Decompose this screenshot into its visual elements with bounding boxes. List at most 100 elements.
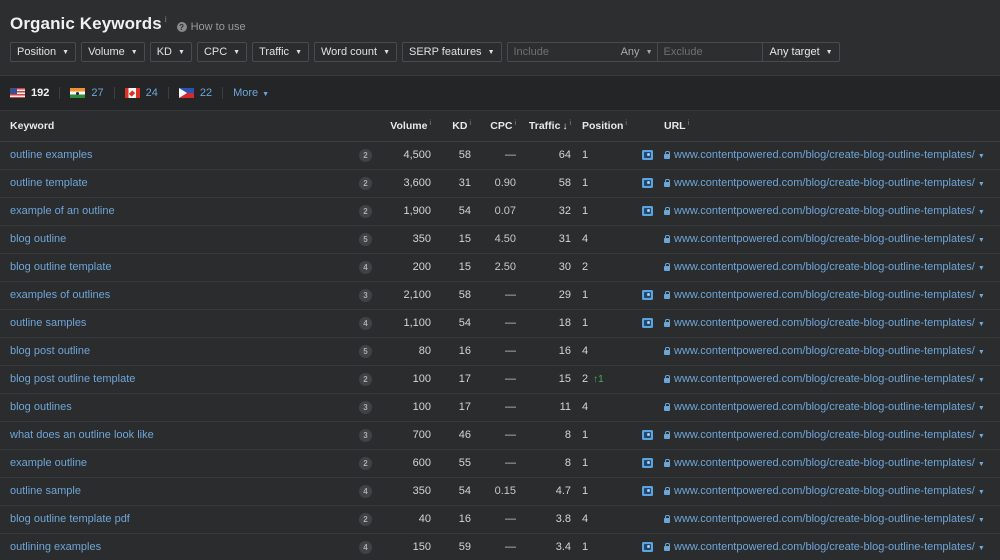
url-link[interactable]: www.contentpowered.com/blog/create-blog-… [674,317,975,329]
traffic-cell: 8 [564,429,571,441]
keyword-link[interactable]: outline examples [10,149,93,161]
keyword-link[interactable]: outlining examples [10,541,101,553]
target-select[interactable]: Any target ▼ [763,43,839,61]
keyword-link[interactable]: outline template [10,177,88,189]
volume-cell: 100 [412,373,431,385]
caret-down-icon[interactable]: ▼ [978,545,985,552]
url-link[interactable]: www.contentpowered.com/blog/create-blog-… [674,149,975,161]
keyword-link[interactable]: blog post outline [10,345,90,357]
url-link[interactable]: www.contentpowered.com/blog/create-blog-… [674,289,975,301]
keyword-link[interactable]: blog outlines [10,401,72,413]
keyword-link[interactable]: outline sample [10,485,81,497]
url-link[interactable]: www.contentpowered.com/blog/create-blog-… [674,233,975,245]
position-value: 1 [582,205,589,217]
keyword-filter-group: Any ▼ Any target ▼ [506,42,840,62]
col-volume[interactable]: Volume i [385,111,435,142]
cpc-cell: — [505,429,516,441]
keyword-link[interactable]: example of an outline [10,205,115,217]
caret-down-icon[interactable]: ▼ [978,265,985,272]
caret-down-icon[interactable]: ▼ [978,377,985,384]
col-url[interactable]: URL i [660,111,1000,142]
serp-image-icon[interactable] [642,458,653,469]
country-ph[interactable]: 22 [178,87,212,99]
country-us[interactable]: 192 [10,87,49,99]
url-link[interactable]: www.contentpowered.com/blog/create-blog-… [674,457,975,469]
url-link[interactable]: www.contentpowered.com/blog/create-blog-… [674,513,975,525]
kd-cell: 46 [458,429,471,441]
more-countries-button[interactable]: More ▼ [233,87,269,99]
serp-image-icon[interactable] [642,178,653,189]
caret-down-icon: ▼ [383,48,390,56]
serp-image-icon[interactable] [642,290,653,301]
target-label: Any target [769,46,820,58]
url-link[interactable]: www.contentpowered.com/blog/create-blog-… [674,205,975,217]
info-icon[interactable]: i [429,120,431,127]
include-mode-select[interactable]: Any ▼ [618,43,658,61]
serp-image-icon[interactable] [642,206,653,217]
kd-cell: 16 [458,345,471,357]
info-icon[interactable]: i [569,120,571,127]
serp-image-icon[interactable] [642,542,653,553]
caret-down-icon[interactable]: ▼ [978,349,985,356]
country-in[interactable]: 27 [70,87,104,99]
word-count-badge: 5 [359,344,372,358]
title-info-icon[interactable]: i [165,15,167,24]
serp-image-icon[interactable] [642,150,653,161]
keyword-link[interactable]: blog post outline template [10,373,135,385]
url-link[interactable]: www.contentpowered.com/blog/create-blog-… [674,401,975,413]
keyword-link[interactable]: example outline [10,457,87,469]
caret-down-icon[interactable]: ▼ [978,237,985,244]
serp-image-icon[interactable] [642,430,653,441]
url-link[interactable]: www.contentpowered.com/blog/create-blog-… [674,373,975,385]
serp-image-icon[interactable] [642,318,653,329]
keyword-link[interactable]: outline samples [10,317,86,329]
url-link[interactable]: www.contentpowered.com/blog/create-blog-… [674,345,975,357]
col-cpc[interactable]: CPC i [475,111,520,142]
keyword-link[interactable]: examples of outlines [10,289,110,301]
caret-down-icon[interactable]: ▼ [978,293,985,300]
position-value: 1 [582,317,589,329]
url-link[interactable]: www.contentpowered.com/blog/create-blog-… [674,429,975,441]
filter-volume[interactable]: Volume ▼ [81,42,145,62]
url-link[interactable]: www.contentpowered.com/blog/create-blog-… [674,485,975,497]
caret-down-icon[interactable]: ▼ [978,321,985,328]
caret-down-icon[interactable]: ▼ [978,433,985,440]
caret-down-icon[interactable]: ▼ [978,489,985,496]
caret-down-icon[interactable]: ▼ [978,153,985,160]
url-link[interactable]: www.contentpowered.com/blog/create-blog-… [674,541,975,553]
caret-down-icon[interactable]: ▼ [978,517,985,524]
keyword-link[interactable]: what does an outline look like [10,429,154,441]
include-input[interactable] [513,46,612,58]
filter-traffic[interactable]: Traffic ▼ [252,42,309,62]
info-icon[interactable]: i [469,120,471,127]
how-to-use-link[interactable]: ? How to use [176,21,246,34]
position-change: ↑1 [593,374,604,385]
keyword-link[interactable]: blog outline template pdf [10,513,130,525]
keyword-link[interactable]: blog outline [10,233,66,245]
col-position[interactable]: Position i [575,111,635,142]
country-ca[interactable]: 24 [124,87,158,99]
url-link[interactable]: www.contentpowered.com/blog/create-blog-… [674,177,975,189]
caret-down-icon[interactable]: ▼ [978,181,985,188]
col-keyword[interactable]: Keyword [0,111,355,142]
filter-word-count[interactable]: Word count ▼ [314,42,397,62]
filter-kd[interactable]: KD ▼ [149,42,192,62]
filter-serp-features[interactable]: SERP features ▼ [402,42,502,62]
caret-down-icon[interactable]: ▼ [978,461,985,468]
exclude-input[interactable] [663,46,756,58]
caret-down-icon[interactable]: ▼ [978,209,985,216]
caret-down-icon[interactable]: ▼ [978,405,985,412]
serp-image-icon[interactable] [642,486,653,497]
url-link[interactable]: www.contentpowered.com/blog/create-blog-… [674,261,975,273]
info-icon[interactable]: i [688,120,690,127]
word-count-badge: 2 [359,176,372,190]
how-to-use-label: How to use [190,21,246,33]
filter-cpc[interactable]: CPC ▼ [196,42,248,62]
col-kd[interactable]: KD i [435,111,475,142]
table-row: blog outline 5 350 15 4.50 31 4 www.cont… [0,225,1000,253]
info-icon[interactable]: i [514,120,516,127]
keyword-link[interactable]: blog outline template [10,261,112,273]
filter-position[interactable]: Position ▼ [10,42,77,62]
col-traffic[interactable]: Traffic ↓ i [520,111,575,142]
info-icon[interactable]: i [625,120,627,127]
